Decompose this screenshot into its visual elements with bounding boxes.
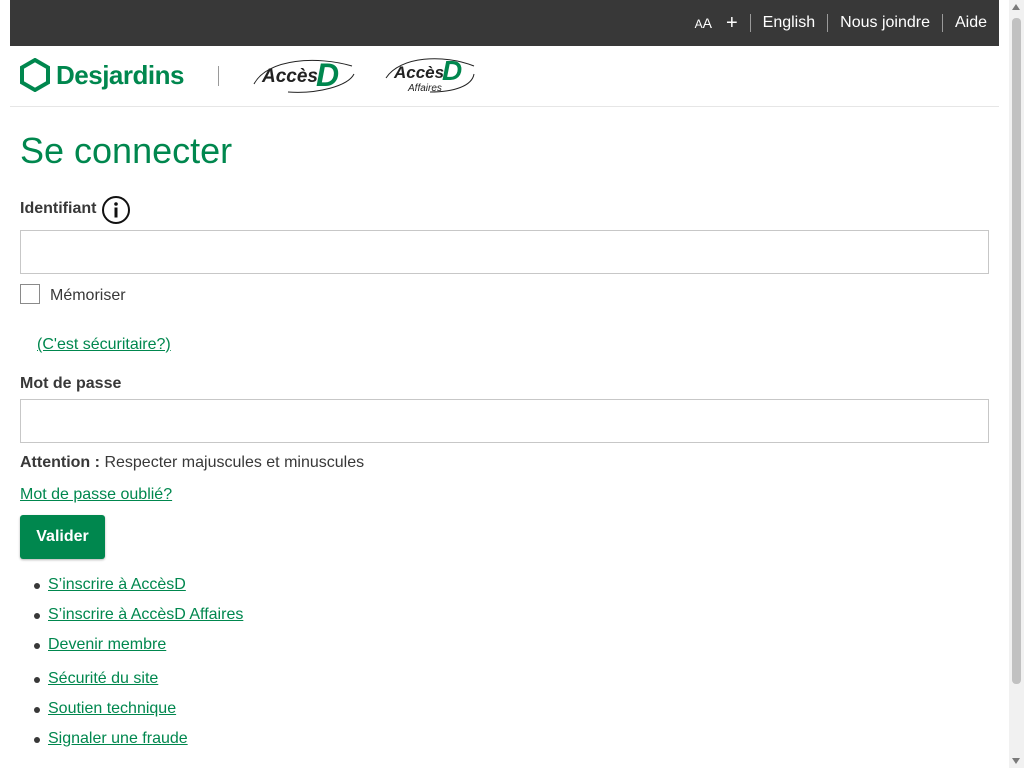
- list-item: S’inscrire à AccèsD Affaires: [33, 606, 243, 636]
- svg-text:Affaires: Affaires: [407, 83, 442, 94]
- password-input[interactable]: [20, 399, 989, 443]
- top-utility-bar: AA + English Nous joindre Aide: [10, 0, 999, 46]
- acces-d-logo[interactable]: Accès D: [248, 56, 358, 101]
- list-item: Devenir membre: [33, 636, 243, 670]
- become-member-link[interactable]: Devenir membre: [48, 636, 166, 653]
- vertical-scrollbar[interactable]: [1009, 0, 1024, 768]
- forgot-password-link[interactable]: Mot de passe oublié?: [20, 486, 172, 504]
- hexagon-logo-icon: [20, 58, 50, 92]
- contact-link[interactable]: Nous joindre: [828, 14, 942, 32]
- identifier-input[interactable]: [20, 230, 989, 274]
- list-item: Sécurité du site: [33, 670, 243, 700]
- svg-text:Accès: Accès: [261, 66, 318, 87]
- identifier-label: Identifiant: [20, 200, 97, 217]
- tech-support-link[interactable]: Soutien technique: [48, 700, 176, 717]
- list-item: S’inscrire à AccèsD: [33, 576, 243, 606]
- site-security-link[interactable]: Sécurité du site: [48, 670, 158, 687]
- scroll-thumb[interactable]: [1012, 18, 1021, 684]
- list-item: Signaler une fraude: [33, 730, 243, 760]
- acces-d-logo-image: Accès D: [253, 57, 355, 93]
- submit-button[interactable]: Valider: [20, 515, 105, 559]
- svg-text:D: D: [442, 56, 462, 86]
- scroll-down-icon[interactable]: [1012, 758, 1020, 764]
- page: AA + English Nous joindre Aide Desjardin…: [0, 0, 1009, 768]
- help-link[interactable]: Aide: [943, 14, 999, 32]
- signup-accesd-affaires-link[interactable]: S’inscrire à AccèsD Affaires: [48, 606, 243, 623]
- scroll-up-icon[interactable]: [1012, 4, 1020, 10]
- svg-text:Accès: Accès: [393, 63, 444, 82]
- font-size-control[interactable]: AA +: [695, 13, 750, 33]
- increase-font-icon[interactable]: +: [726, 13, 738, 33]
- attention-label: Attention :: [20, 454, 100, 471]
- list-item: Soutien technique: [33, 700, 243, 730]
- report-fraud-link[interactable]: Signaler une fraude: [48, 730, 188, 747]
- attention-note: Attention : Respecter majuscules et minu…: [20, 454, 364, 472]
- is-secure-link[interactable]: (C'est sécuritaire?): [37, 336, 171, 354]
- svg-text:D: D: [316, 57, 339, 93]
- signup-accesd-link[interactable]: S’inscrire à AccèsD: [48, 576, 186, 593]
- english-link[interactable]: English: [751, 14, 827, 32]
- font-size-label: AA: [694, 15, 712, 31]
- acces-d-affaires-logo[interactable]: Accès D Affaires: [384, 55, 476, 101]
- brand-name: Desjardins: [56, 59, 184, 90]
- site-header: Desjardins Accès D Accès D Affaires: [10, 46, 999, 107]
- desjardins-logo[interactable]: Desjardins: [20, 58, 184, 92]
- help-links-list: S’inscrire à AccèsD S’inscrire à AccèsD …: [20, 576, 243, 760]
- info-icon[interactable]: [101, 195, 131, 225]
- remember-label: Mémoriser: [50, 287, 126, 304]
- attention-text: Respecter majuscules et minuscules: [104, 454, 365, 471]
- remember-checkbox[interactable]: [20, 284, 40, 304]
- acces-d-affaires-logo-image: Accès D Affaires: [385, 55, 475, 94]
- page-title: Se connecter: [20, 130, 233, 171]
- divider: [218, 66, 219, 86]
- password-label: Mot de passe: [20, 375, 122, 392]
